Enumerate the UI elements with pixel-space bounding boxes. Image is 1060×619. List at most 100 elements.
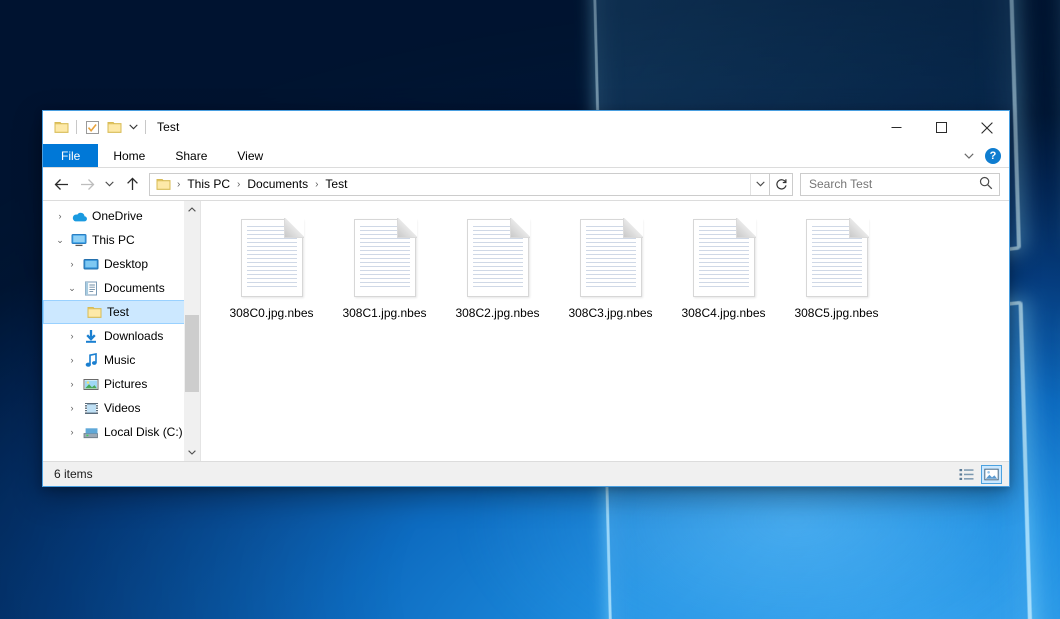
breadcrumb[interactable]: › This PC › Documents › Test — [149, 173, 770, 196]
folder-icon — [84, 305, 104, 319]
scrollbar-thumb[interactable] — [185, 315, 199, 392]
twisty-chevron-right-icon[interactable]: › — [63, 259, 81, 269]
item-count-label: 6 items — [54, 467, 93, 481]
navigation-pane: › OneDrive ⌄ This PC — [43, 201, 201, 461]
sidebar-item-downloads[interactable]: › Downloads — [43, 324, 200, 348]
breadcrumb-separator-0[interactable]: › — [173, 179, 184, 190]
file-item[interactable]: 308C2.jpg.nbes — [441, 215, 554, 321]
sidebar-item-music[interactable]: › Music — [43, 348, 200, 372]
search-input[interactable]: Search Test — [800, 173, 1000, 196]
downloads-arrow-icon — [81, 329, 101, 344]
onedrive-cloud-icon — [69, 210, 89, 223]
sidebar-item-label: Downloads — [101, 329, 163, 343]
videos-icon — [81, 402, 101, 415]
pictures-icon — [81, 378, 101, 391]
twisty-chevron-down-icon[interactable]: ⌄ — [63, 283, 81, 294]
twisty-chevron-right-icon[interactable]: › — [63, 355, 81, 365]
desktop-icon — [81, 258, 101, 271]
chevron-down-icon[interactable] — [125, 116, 141, 138]
details-view-button[interactable] — [956, 465, 977, 484]
status-bar: 6 items — [43, 461, 1009, 486]
sidebar-item-label: Videos — [101, 401, 140, 415]
search-icon[interactable] — [979, 176, 993, 193]
generic-document-icon — [693, 219, 755, 297]
tab-home[interactable]: Home — [98, 144, 160, 167]
file-name-label: 308C4.jpg.nbes — [681, 306, 765, 321]
generic-document-icon — [806, 219, 868, 297]
breadcrumb-separator-1[interactable]: › — [233, 179, 244, 190]
scrollbar-track[interactable] — [184, 218, 200, 444]
scroll-up-arrow-icon[interactable] — [184, 201, 200, 218]
maximize-button[interactable] — [919, 111, 964, 144]
file-name-label: 308C5.jpg.nbes — [794, 306, 878, 321]
toolbar-separator-2 — [145, 120, 146, 134]
breadcrumb-separator-2[interactable]: › — [311, 179, 322, 190]
window-title: Test — [157, 120, 179, 134]
large-icons-view-button[interactable] — [981, 465, 1002, 484]
back-button[interactable] — [48, 171, 74, 197]
twisty-chevron-right-icon[interactable]: › — [63, 379, 81, 389]
music-note-icon — [81, 353, 101, 368]
title-bar[interactable]: Test — [43, 111, 1009, 144]
sidebar-item-onedrive[interactable]: › OneDrive — [43, 204, 200, 228]
sidebar-item-label: Documents — [101, 281, 165, 295]
sidebar-item-label: Pictures — [101, 377, 147, 391]
sidebar-item-desktop[interactable]: › Desktop — [43, 252, 200, 276]
file-item[interactable]: 308C4.jpg.nbes — [667, 215, 780, 321]
toolbar-separator — [76, 120, 77, 134]
sidebar-item-pictures[interactable]: › Pictures — [43, 372, 200, 396]
file-item[interactable]: 308C0.jpg.nbes — [215, 215, 328, 321]
generic-document-icon — [467, 219, 529, 297]
breadcrumb-item-documents[interactable]: Documents — [244, 177, 311, 191]
breadcrumb-dropdown-chevron-down-icon[interactable] — [750, 174, 769, 195]
generic-document-icon — [241, 219, 303, 297]
twisty-chevron-right-icon[interactable]: › — [63, 331, 81, 341]
breadcrumb-item-test[interactable]: Test — [322, 177, 350, 191]
file-name-label: 308C3.jpg.nbes — [568, 306, 652, 321]
expand-ribbon-chevron-down-icon[interactable] — [958, 145, 980, 167]
file-name-label: 308C1.jpg.nbes — [342, 306, 426, 321]
file-list-view[interactable]: 308C0.jpg.nbes 308C1.jpg.nbes 308C2.jpg.… — [201, 201, 1009, 461]
tab-view[interactable]: View — [222, 144, 278, 167]
window-controls — [874, 111, 1009, 144]
breadcrumb-folder-icon — [154, 177, 173, 191]
help-icon[interactable]: ? — [985, 148, 1001, 164]
file-item[interactable]: 308C1.jpg.nbes — [328, 215, 441, 321]
file-item[interactable]: 308C3.jpg.nbes — [554, 215, 667, 321]
refresh-button[interactable] — [770, 173, 793, 196]
view-toggle-group — [956, 462, 1002, 487]
forward-button — [74, 171, 100, 197]
local-disk-icon — [81, 426, 101, 439]
sidebar-item-local-disk-c[interactable]: › Local Disk (C:) — [43, 420, 200, 444]
sidebar-item-this-pc[interactable]: ⌄ This PC — [43, 228, 200, 252]
file-item[interactable]: 308C5.jpg.nbes — [780, 215, 893, 321]
sidebar-item-label: OneDrive — [89, 209, 143, 223]
twisty-chevron-right-icon[interactable]: › — [63, 427, 81, 437]
file-explorer-window: Test File Home Share View ? — [42, 110, 1010, 487]
close-button[interactable] — [964, 111, 1009, 144]
file-name-label: 308C0.jpg.nbes — [229, 306, 313, 321]
scroll-down-arrow-icon[interactable] — [184, 444, 200, 461]
twisty-chevron-right-icon[interactable]: › — [63, 403, 81, 413]
recent-locations-chevron-down-icon[interactable] — [100, 171, 119, 197]
sidebar-scrollbar[interactable] — [184, 201, 200, 461]
twisty-chevron-down-icon[interactable]: ⌄ — [51, 235, 69, 246]
breadcrumb-item-this-pc[interactable]: This PC — [184, 177, 233, 191]
twisty-chevron-right-icon[interactable]: › — [51, 211, 69, 221]
sidebar-item-label: Local Disk (C:) — [101, 425, 183, 439]
sidebar-item-test[interactable]: Test — [43, 300, 200, 324]
sidebar-item-videos[interactable]: › Videos — [43, 396, 200, 420]
sidebar-item-documents[interactable]: ⌄ Documents — [43, 276, 200, 300]
folder-icon[interactable] — [50, 116, 72, 138]
ribbon-tab-bar: File Home Share View ? — [43, 144, 1009, 168]
new-folder-icon[interactable] — [103, 116, 125, 138]
up-button[interactable] — [119, 171, 145, 197]
properties-icon[interactable] — [81, 116, 103, 138]
generic-document-icon — [354, 219, 416, 297]
minimize-button[interactable] — [874, 111, 919, 144]
sidebar-item-label: Test — [104, 305, 129, 319]
quick-access-toolbar — [43, 116, 150, 138]
sidebar-item-label: Desktop — [101, 257, 148, 271]
tab-share[interactable]: Share — [160, 144, 222, 167]
tab-file[interactable]: File — [43, 144, 98, 167]
